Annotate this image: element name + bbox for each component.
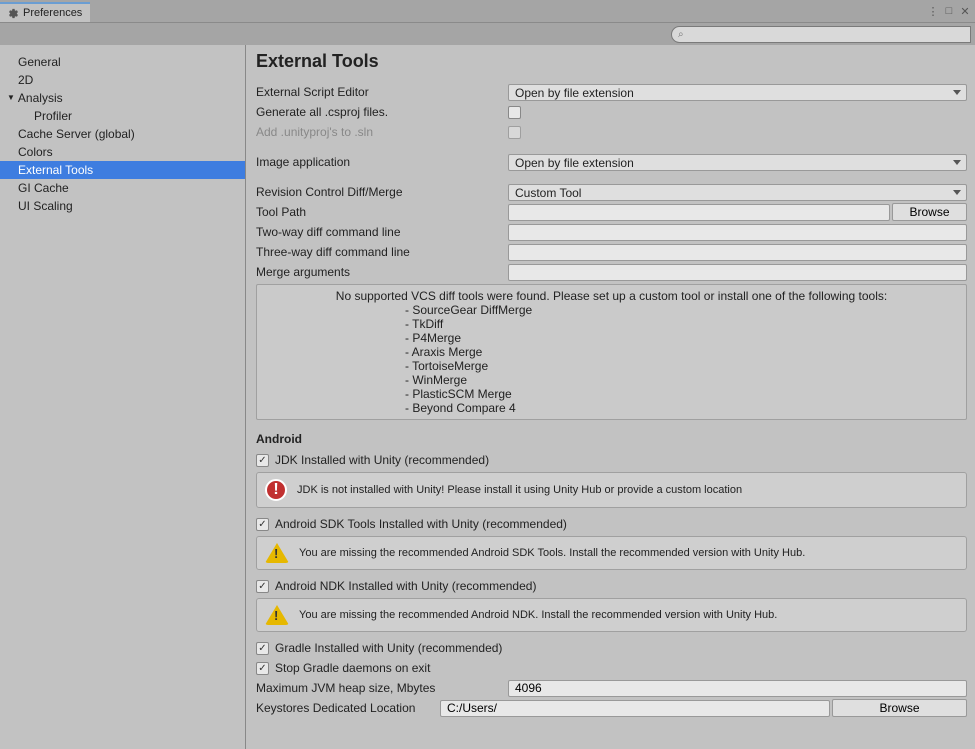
merge-args-input[interactable] bbox=[508, 264, 967, 281]
keystore-browse-button[interactable]: Browse bbox=[832, 699, 967, 717]
sidebar-item-cache-server[interactable]: Cache Server (global) bbox=[0, 125, 245, 143]
image-application-label: Image application bbox=[256, 154, 508, 170]
searchbar: ⌕ bbox=[0, 23, 975, 45]
vcs-tool: - WinMerge bbox=[405, 373, 958, 387]
gear-icon bbox=[8, 8, 19, 19]
external-script-editor-dropdown[interactable]: Open by file extension bbox=[508, 84, 967, 101]
search-input[interactable] bbox=[684, 28, 964, 40]
sdk-checkbox[interactable]: ✓ bbox=[256, 518, 269, 531]
jdk-label: JDK Installed with Unity (recommended) bbox=[275, 453, 489, 467]
sidebar-item-gi-cache[interactable]: GI Cache bbox=[0, 179, 245, 197]
gradle-checkbox[interactable]: ✓ bbox=[256, 642, 269, 655]
content-panel: External Tools External Script Editor Op… bbox=[246, 45, 975, 749]
sdk-label: Android SDK Tools Installed with Unity (… bbox=[275, 517, 567, 531]
stop-gradle-checkbox[interactable]: ✓ bbox=[256, 662, 269, 675]
three-way-diff-label: Three-way diff command line bbox=[256, 244, 508, 260]
jvm-heap-label: Maximum JVM heap size, Mbytes bbox=[256, 680, 508, 696]
jdk-checkbox[interactable]: ✓ bbox=[256, 454, 269, 467]
menu-icon[interactable]: ⋮ bbox=[927, 5, 939, 17]
ndk-checkbox[interactable]: ✓ bbox=[256, 580, 269, 593]
tool-path-label: Tool Path bbox=[256, 204, 508, 220]
tab-label: Preferences bbox=[23, 7, 82, 19]
image-application-dropdown[interactable]: Open by file extension bbox=[508, 154, 967, 171]
keystore-label: Keystores Dedicated Location bbox=[256, 700, 440, 716]
ndk-alert: You are missing the recommended Android … bbox=[256, 598, 967, 632]
vcs-tool: - TkDiff bbox=[405, 317, 958, 331]
tool-path-browse-button[interactable]: Browse bbox=[892, 203, 967, 221]
maximize-icon[interactable]: □ bbox=[943, 5, 955, 17]
keystore-input[interactable] bbox=[440, 700, 830, 717]
jdk-alert: ! JDK is not installed with Unity! Pleas… bbox=[256, 472, 967, 508]
warning-icon bbox=[265, 543, 289, 563]
android-header: Android bbox=[256, 432, 967, 446]
three-way-diff-input[interactable] bbox=[508, 244, 967, 261]
chevron-down-icon[interactable]: ▼ bbox=[7, 90, 15, 106]
error-icon: ! bbox=[265, 479, 287, 501]
sidebar: General 2D ▼Analysis Profiler Cache Serv… bbox=[0, 45, 246, 749]
vcs-tool: - P4Merge bbox=[405, 331, 958, 345]
sidebar-item-profiler[interactable]: Profiler bbox=[0, 107, 245, 125]
page-title: External Tools bbox=[256, 51, 967, 72]
vcs-tool: - TortoiseMerge bbox=[405, 359, 958, 373]
add-unityproj-label: Add .unityproj's to .sln bbox=[256, 124, 508, 140]
sdk-alert: You are missing the recommended Android … bbox=[256, 536, 967, 570]
stop-gradle-label: Stop Gradle daemons on exit bbox=[275, 661, 430, 675]
vcs-tool: - SourceGear DiffMerge bbox=[405, 303, 958, 317]
vcs-tool: - PlasticSCM Merge bbox=[405, 387, 958, 401]
two-way-diff-input[interactable] bbox=[508, 224, 967, 241]
generate-csproj-label: Generate all .csproj files. bbox=[256, 104, 508, 120]
titlebar: Preferences ⋮ □ ✕ bbox=[0, 0, 975, 23]
ndk-label: Android NDK Installed with Unity (recomm… bbox=[275, 579, 536, 593]
revision-control-dropdown[interactable]: Custom Tool bbox=[508, 184, 967, 201]
preferences-tab[interactable]: Preferences bbox=[0, 2, 90, 22]
warning-icon bbox=[265, 605, 289, 625]
sidebar-item-ui-scaling[interactable]: UI Scaling bbox=[0, 197, 245, 215]
merge-args-label: Merge arguments bbox=[256, 264, 508, 280]
sidebar-item-analysis[interactable]: ▼Analysis bbox=[0, 89, 245, 107]
vcs-tool: - Araxis Merge bbox=[405, 345, 958, 359]
generate-csproj-checkbox[interactable] bbox=[508, 106, 521, 119]
vcs-tool: - Beyond Compare 4 bbox=[405, 401, 958, 415]
tool-path-input[interactable] bbox=[508, 204, 890, 221]
vcs-info-box: No supported VCS diff tools were found. … bbox=[256, 284, 967, 420]
jvm-heap-input[interactable] bbox=[508, 680, 967, 697]
revision-control-label: Revision Control Diff/Merge bbox=[256, 184, 508, 200]
external-script-editor-label: External Script Editor bbox=[256, 84, 508, 100]
gradle-label: Gradle Installed with Unity (recommended… bbox=[275, 641, 502, 655]
sidebar-item-colors[interactable]: Colors bbox=[0, 143, 245, 161]
sidebar-item-2d[interactable]: 2D bbox=[0, 71, 245, 89]
sidebar-item-general[interactable]: General bbox=[0, 53, 245, 71]
two-way-diff-label: Two-way diff command line bbox=[256, 224, 508, 240]
close-icon[interactable]: ✕ bbox=[959, 5, 971, 17]
sidebar-item-external-tools[interactable]: External Tools bbox=[0, 161, 245, 179]
add-unityproj-checkbox bbox=[508, 126, 521, 139]
